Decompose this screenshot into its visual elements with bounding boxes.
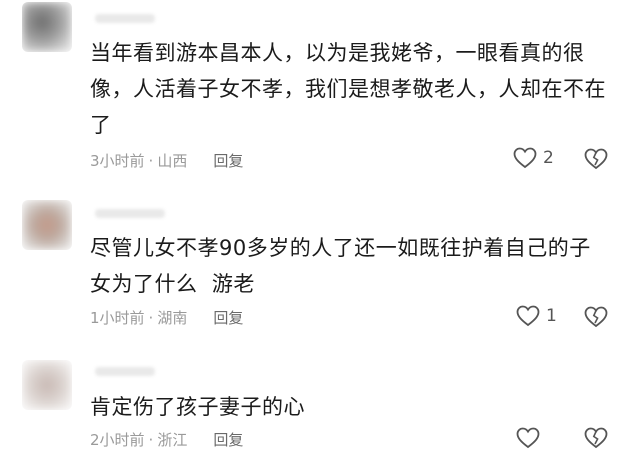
broken-heart-icon bbox=[584, 427, 608, 449]
meta-separator: · bbox=[148, 151, 154, 170]
dislike-button[interactable] bbox=[584, 306, 608, 328]
heart-outline-icon bbox=[513, 147, 537, 169]
comment-meta: 2小时前 · 浙江 回复 bbox=[90, 429, 243, 450]
dislike-button[interactable] bbox=[584, 427, 608, 449]
like-button[interactable] bbox=[516, 427, 546, 449]
like-count: 1 bbox=[546, 306, 557, 326]
comment-text: 当年看到游本昌本人，以为是我姥爷，一眼看真的很像，人活着子女不孝，我们是想孝敬老… bbox=[90, 41, 606, 137]
comment-location: 浙江 bbox=[157, 431, 188, 449]
username-blurred[interactable] bbox=[95, 209, 165, 218]
meta-separator: · bbox=[148, 430, 154, 449]
comment-location: 湖南 bbox=[157, 309, 188, 327]
broken-heart-icon bbox=[584, 306, 608, 328]
username-blurred[interactable] bbox=[95, 14, 155, 23]
comment-text: 尽管儿女不孝90多岁的人了还一如既往护着自己的子女为了什么 游老 bbox=[90, 236, 591, 296]
comment-item: 当年看到游本昌本人，以为是我姥爷，一眼看真的很像，人活着子女不孝，我们是想孝敬老… bbox=[0, 0, 640, 195]
broken-heart-icon bbox=[584, 148, 608, 170]
heart-outline-icon bbox=[516, 305, 540, 327]
comment-time: 3小时前 bbox=[90, 152, 145, 170]
comment-location: 山西 bbox=[157, 152, 188, 170]
comment-time: 2小时前 bbox=[90, 431, 145, 449]
like-button[interactable]: 2 bbox=[513, 147, 554, 169]
username-blurred[interactable] bbox=[95, 367, 155, 376]
avatar[interactable] bbox=[22, 360, 72, 410]
comment-meta: 3小时前 · 山西 回复 bbox=[90, 150, 243, 171]
dislike-button[interactable] bbox=[584, 148, 608, 170]
comment-item: 肯定伤了孩子妻子的心 2小时前 · 浙江 回复 bbox=[0, 345, 640, 449]
avatar[interactable] bbox=[22, 2, 72, 52]
reply-button[interactable]: 回复 bbox=[213, 150, 243, 171]
comment-meta: 1小时前 · 湖南 回复 bbox=[90, 307, 243, 328]
like-button[interactable]: 1 bbox=[516, 305, 557, 327]
comment-text: 肯定伤了孩子妻子的心 bbox=[90, 395, 305, 419]
meta-separator: · bbox=[148, 308, 154, 327]
avatar[interactable] bbox=[22, 200, 72, 250]
reply-button[interactable]: 回复 bbox=[213, 429, 243, 450]
heart-outline-icon bbox=[516, 427, 540, 449]
comment-item: 尽管儿女不孝90多岁的人了还一如既往护着自己的子女为了什么 游老 1小时前 · … bbox=[0, 195, 640, 345]
comment-time: 1小时前 bbox=[90, 309, 145, 327]
reply-button[interactable]: 回复 bbox=[213, 307, 243, 328]
like-count: 2 bbox=[543, 148, 554, 168]
